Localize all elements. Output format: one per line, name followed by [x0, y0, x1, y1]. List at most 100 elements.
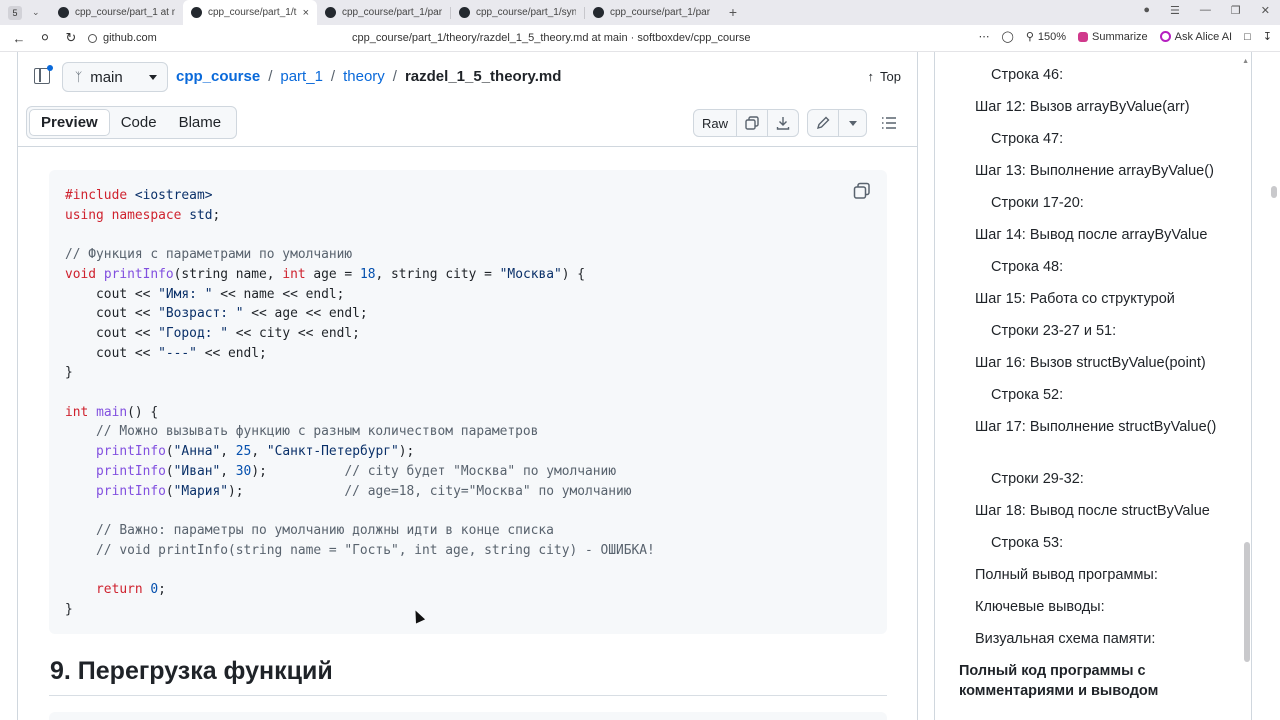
- browser-tab[interactable]: cpp_course/part_1/part_4: [317, 0, 450, 25]
- tab-title: cpp_course/part_1 at main: [75, 7, 175, 18]
- edit-dropdown-button[interactable]: [838, 110, 866, 136]
- outline-item[interactable]: Строка 47:: [991, 129, 1063, 149]
- code-line: void printInfo(string name, int age = 18…: [65, 266, 586, 282]
- minimize-icon[interactable]: —: [1200, 4, 1211, 17]
- file-tree-toggle-icon[interactable]: [34, 65, 53, 84]
- code-line: }: [65, 365, 73, 381]
- outline-item[interactable]: Визуальная схема памяти:: [975, 629, 1225, 649]
- menu-icon[interactable]: ☰: [1170, 4, 1180, 17]
- zoom-chip[interactable]: ⚲ 150%: [1025, 30, 1066, 44]
- outline-item[interactable]: Строка 52:: [991, 385, 1063, 405]
- breadcrumb-file-name: razdel_1_5_theory.md: [404, 68, 562, 85]
- code-line: cout << "---" << endl;: [65, 345, 267, 361]
- breadcrumb: cpp_course / part_1 / theory / razdel_1_…: [176, 68, 561, 85]
- restore-icon[interactable]: ❐: [1231, 4, 1241, 17]
- reload-icon[interactable]: ↻: [64, 30, 78, 46]
- copy-code-button[interactable]: [853, 182, 871, 200]
- address-bar: ← ⚪ ↻ github.com cpp_course/part_1/theor…: [0, 25, 1280, 52]
- outline-item[interactable]: Строки 17-20:: [991, 193, 1084, 213]
- heading-divider: [49, 695, 887, 696]
- summarize-label: Summarize: [1092, 30, 1148, 43]
- tab-close-icon[interactable]: ×: [303, 7, 309, 19]
- tab-blame[interactable]: Blame: [168, 109, 233, 136]
- list-icon: [882, 117, 896, 129]
- code-block: #include <iostream> using namespace std;…: [49, 170, 887, 634]
- outline-item[interactable]: Полный вывод программы:: [975, 565, 1225, 585]
- top-label: Top: [880, 69, 901, 84]
- copy-icon: [853, 182, 870, 199]
- new-tab-plus-icon[interactable]: +: [726, 5, 740, 20]
- outline-item[interactable]: Ключевые выводы:: [975, 597, 1225, 617]
- zoom-icon: ⚲: [1025, 31, 1034, 43]
- profile-icon[interactable]: ●: [1143, 4, 1150, 17]
- summarize-button[interactable]: Summarize: [1078, 31, 1148, 43]
- breadcrumb-repo-link[interactable]: cpp_course: [176, 68, 260, 85]
- triangle-down-icon: [848, 121, 857, 126]
- outline-item[interactable]: Строки 23-27 и 51:: [991, 321, 1116, 341]
- ask-alice-button[interactable]: Ask Alice AI: [1159, 31, 1232, 43]
- branch-selector[interactable]: ᛉ main: [62, 62, 168, 92]
- outline-toggle-button[interactable]: [875, 109, 903, 137]
- summarize-icon: [1078, 31, 1089, 42]
- code-comment: // Функция с параметрами по умолчанию: [65, 247, 353, 263]
- breadcrumb-folder-link[interactable]: part_1: [280, 68, 323, 85]
- outline-item[interactable]: Шаг 18: Вывод после structByValue: [975, 501, 1225, 521]
- browser-tab-strip: 5 ⌄ cpp_course/part_1 at main cpp_course…: [0, 0, 1280, 25]
- outline-item[interactable]: Шаг 17: Выполнение structByValue(): [975, 417, 1225, 437]
- site-info-icon[interactable]: [88, 33, 97, 43]
- extensions-icon[interactable]: □: [1244, 31, 1251, 43]
- outline-scrollbar-thumb[interactable]: [1244, 542, 1250, 662]
- downloads-icon[interactable]: ↧: [1263, 30, 1272, 43]
- browser-tab[interactable]: cpp_course/part_1/part_5: [585, 0, 718, 25]
- caret-down-icon: [149, 75, 157, 80]
- tab-title: cpp_course/part_1/part_5: [610, 7, 710, 18]
- site-domain[interactable]: github.com: [88, 32, 157, 44]
- more-dots-icon[interactable]: ⋯: [979, 30, 990, 43]
- outline-item[interactable]: Строка 53:: [991, 533, 1063, 553]
- domain-text: github.com: [103, 32, 157, 44]
- page-url-text[interactable]: cpp_course/part_1/theory/razdel_1_5_theo…: [352, 32, 750, 44]
- workspace-badge[interactable]: 5: [8, 5, 22, 20]
- yandex-icon[interactable]: ⚪: [38, 30, 52, 46]
- copy-raw-button[interactable]: [736, 110, 767, 136]
- code-comment: // void printInfo(string name = "Гость",…: [65, 542, 655, 558]
- outline-item[interactable]: Шаг 13: Выполнение arrayByValue(): [975, 161, 1225, 181]
- outline-item[interactable]: Строка 46:: [991, 65, 1063, 85]
- browser-tab-active[interactable]: cpp_course/part_1/theory ×: [183, 0, 317, 25]
- next-code-block: [49, 712, 887, 720]
- edit-file-button[interactable]: [808, 110, 838, 136]
- outline-item[interactable]: Шаг 16: Вызов structByValue(point): [975, 353, 1225, 373]
- outline-item[interactable]: Шаг 14: Вывод после arrayByValue: [975, 225, 1225, 245]
- code-content: #include <iostream> using namespace std;…: [65, 186, 655, 619]
- tab-preview[interactable]: Preview: [29, 109, 110, 136]
- scroll-up-arrow-icon[interactable]: ▲: [1242, 58, 1249, 65]
- github-icon: [58, 7, 69, 18]
- close-window-icon[interactable]: ✕: [1261, 4, 1270, 17]
- code-line: printInfo("Анна", 25, "Санкт-Петербург")…: [96, 444, 415, 460]
- address-bar-actions: ⋯ ◯ ⚲ 150% Summarize Ask Alice AI □ ↧: [979, 30, 1273, 44]
- back-to-top-button[interactable]: ↑ Top: [868, 69, 901, 84]
- raw-button[interactable]: Raw: [694, 110, 736, 136]
- tab-code[interactable]: Code: [110, 109, 168, 136]
- page-scrollbar-thumb[interactable]: [1271, 186, 1277, 198]
- file-actions: Raw: [692, 109, 903, 137]
- breadcrumb-separator: /: [392, 68, 397, 85]
- breadcrumb-folder-link[interactable]: theory: [343, 68, 385, 85]
- download-button[interactable]: [767, 110, 798, 136]
- bookmark-icon[interactable]: ◯: [1002, 30, 1014, 43]
- github-icon: [593, 7, 604, 18]
- alice-icon: [1159, 31, 1171, 42]
- back-arrow-icon[interactable]: ←: [12, 31, 26, 46]
- browser-tab[interactable]: cpp_course/part_1 at main: [50, 0, 183, 25]
- outline-item[interactable]: Строки 29-32:: [991, 469, 1084, 489]
- browser-tab[interactable]: cpp_course/part_1/syntax: [451, 0, 584, 25]
- breadcrumb-separator: /: [268, 68, 273, 85]
- outline-item[interactable]: Строка 48:: [991, 257, 1063, 277]
- outline-item[interactable]: Шаг 12: Вызов arrayByValue(arr): [975, 97, 1225, 117]
- tab-list-chevron-icon[interactable]: ⌄: [32, 7, 46, 18]
- raw-actions-group: Raw: [692, 109, 799, 137]
- code-line: #include <iostream>: [65, 188, 213, 203]
- outline-item[interactable]: Шаг 15: Работа со структурой: [975, 289, 1225, 309]
- outline-heading-link[interactable]: Полный код программы с комментариями и в…: [959, 661, 1229, 701]
- code-comment: // Можно вызывать функцию с разным колич…: [65, 424, 539, 440]
